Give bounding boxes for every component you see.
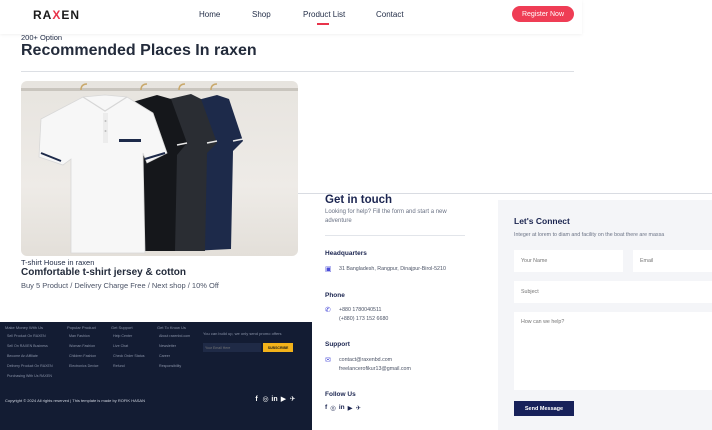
- touch-subtitle: Looking for help? Fill the form and star…: [325, 209, 447, 224]
- active-nav-indicator: [317, 23, 329, 25]
- twitter-icon[interactable]: ✈: [289, 395, 296, 403]
- footer-col-title: Get To Know Us: [157, 325, 186, 330]
- support-email-2[interactable]: freelancerofikur13@gmail.com: [339, 365, 411, 374]
- footer-link[interactable]: Electronics Device: [69, 364, 99, 368]
- youtube-icon[interactable]: ▶: [280, 395, 287, 403]
- youtube-icon[interactable]: ▶: [348, 404, 353, 412]
- subscribe-button[interactable]: SUBSCRIBE: [263, 343, 293, 352]
- site-footer: Make Money With Us Sell Product On RAXEN…: [0, 322, 312, 430]
- nav-contact[interactable]: Contact: [376, 10, 404, 19]
- address-text: 31 Bangladesh, Rangpur, Dinajpur-Birol-5…: [339, 266, 446, 272]
- product-info: Buy 5 Product / Delivery Charge Free / N…: [21, 281, 219, 290]
- building-icon: ▣: [325, 266, 332, 273]
- nav-shop[interactable]: Shop: [252, 10, 271, 19]
- copyright-text: Copyright © 2024 All rights reserved | T…: [5, 398, 145, 403]
- follow-us-label: Follow Us: [325, 391, 356, 398]
- nav-home[interactable]: Home: [199, 10, 220, 19]
- footer-col-title: Popular Product: [67, 325, 96, 330]
- connect-title: Let's Connect: [514, 216, 570, 226]
- linkedin-icon[interactable]: in: [339, 404, 345, 412]
- section-divider: [21, 71, 574, 72]
- phone-label: Phone: [325, 292, 345, 299]
- brand-logo[interactable]: RAXEN: [33, 8, 80, 22]
- support-email-1[interactable]: contact@raxenbd.com: [339, 356, 392, 365]
- touch-divider: [325, 235, 465, 236]
- touch-title: Get in touch: [325, 194, 393, 206]
- support-label: Support: [325, 341, 350, 348]
- connect-subtitle: Integer at lorem to diam and facility on…: [514, 232, 665, 238]
- twitter-icon[interactable]: ✈: [356, 404, 361, 412]
- footer-link[interactable]: Sell Product On RAXEN: [7, 334, 46, 338]
- section-eyebrow: 200+ Option: [21, 33, 63, 42]
- footer-link[interactable]: Career: [159, 354, 170, 358]
- footer-link[interactable]: Purchasing With Us RAXEN: [7, 374, 52, 378]
- footer-link[interactable]: Become An Affiliate: [7, 354, 38, 358]
- footer-link[interactable]: Man Fashion: [69, 334, 90, 338]
- phone-number-1[interactable]: +880 1780040511: [339, 306, 381, 315]
- footer-link[interactable]: Newsletter: [159, 344, 176, 348]
- footer-link[interactable]: About raxenbd.com: [159, 334, 190, 338]
- footer-social-links: f ◎ in ▶ ✈: [253, 395, 296, 404]
- footer-link[interactable]: Refund: [113, 364, 125, 368]
- instagram-icon[interactable]: ◎: [262, 395, 269, 403]
- product-category: T-shirt House in raxen: [21, 258, 95, 267]
- email-field[interactable]: [633, 250, 712, 272]
- register-button[interactable]: Register Now: [512, 6, 574, 22]
- name-field[interactable]: [514, 250, 623, 272]
- subject-field[interactable]: [514, 281, 712, 303]
- footer-link[interactable]: Sell On RAXEN Business: [7, 344, 48, 348]
- footer-link[interactable]: Live Chat: [113, 344, 128, 348]
- headquarters-label: Headquarters: [325, 250, 367, 257]
- phone-number-2[interactable]: (+880) 173 152 6680: [339, 315, 388, 324]
- footer-link[interactable]: Children Fashion: [69, 354, 96, 358]
- facebook-icon[interactable]: f: [325, 404, 327, 412]
- message-field[interactable]: [514, 312, 712, 390]
- facebook-icon[interactable]: f: [253, 395, 260, 403]
- phone-icon: ✆: [325, 307, 331, 314]
- linkedin-icon[interactable]: in: [271, 395, 278, 403]
- footer-col-title: Get Support: [111, 325, 133, 330]
- subscribe-description: You can build up, we only send promo off…: [203, 331, 282, 336]
- footer-email-input[interactable]: [203, 343, 261, 352]
- contact-form-card: Let's Connect Integer at lorem to diam a…: [498, 200, 712, 430]
- footer-link[interactable]: Help Center: [113, 334, 132, 338]
- footer-col-title: Make Money With Us: [5, 325, 44, 330]
- instagram-icon[interactable]: ◎: [330, 404, 336, 412]
- footer-link[interactable]: Delivery Product On RAXEN: [7, 364, 53, 368]
- send-message-button[interactable]: Send Message: [514, 401, 574, 416]
- section-title: Recommended Places In raxen: [21, 42, 257, 59]
- contact-social-links: f ◎ in ▶ ✈: [325, 404, 361, 412]
- product-image[interactable]: [21, 81, 298, 256]
- footer-link[interactable]: Responsibility: [159, 364, 181, 368]
- top-navbar: RAXEN Home Shop Product List Contact Reg…: [0, 0, 582, 34]
- mail-icon: ✉: [325, 357, 331, 364]
- footer-link[interactable]: Check Order Status: [113, 354, 145, 358]
- nav-product-list[interactable]: Product List: [303, 10, 345, 19]
- footer-link[interactable]: Woman Fashion: [69, 344, 95, 348]
- product-title[interactable]: Comfortable t-shirt jersey & cotton: [21, 267, 186, 278]
